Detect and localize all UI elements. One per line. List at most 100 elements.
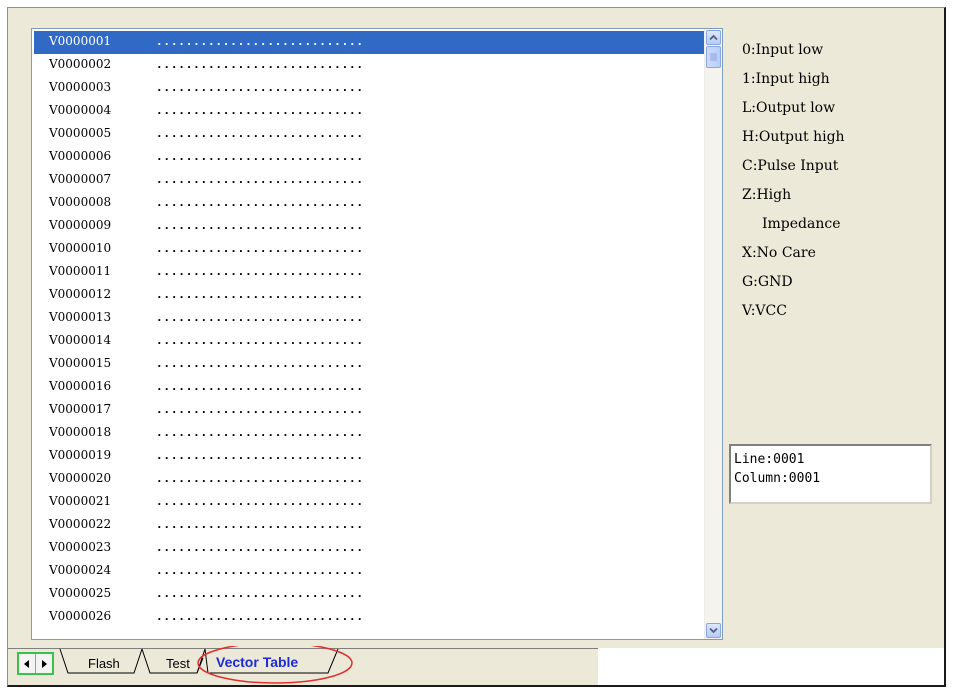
triangle-left-icon bbox=[24, 659, 29, 668]
scroll-thumb[interactable] bbox=[706, 46, 721, 68]
vector-id: V0000014 bbox=[49, 333, 112, 347]
sheet-tab-strip: Flash Test Vector Table bbox=[8, 646, 598, 685]
vector-id: V0000002 bbox=[49, 57, 112, 71]
scroll-up-button[interactable] bbox=[706, 30, 721, 45]
vector-row[interactable]: V0000003............................ bbox=[34, 77, 704, 100]
vector-pattern: ............................ bbox=[156, 35, 364, 48]
vector-rows: V0000001............................ V000… bbox=[34, 31, 704, 629]
vector-pattern: ............................ bbox=[156, 564, 364, 577]
vector-row[interactable]: V0000014............................ bbox=[34, 330, 704, 353]
vector-pattern: ............................ bbox=[156, 81, 364, 94]
legend-item: C:Pulse Input bbox=[742, 158, 839, 174]
vector-row[interactable]: V0000002............................ bbox=[34, 54, 704, 77]
vector-id: V0000004 bbox=[49, 103, 112, 117]
vector-id: V0000006 bbox=[49, 149, 112, 163]
vector-row[interactable]: V0000023............................ bbox=[34, 537, 704, 560]
vector-id: V0000021 bbox=[49, 494, 112, 508]
vector-pattern: ............................ bbox=[156, 472, 364, 485]
triangle-right-icon bbox=[42, 659, 47, 668]
tab-strip-blank-area bbox=[597, 648, 944, 685]
legend-item: 1:Input high bbox=[742, 71, 830, 87]
vector-row[interactable]: V0000016............................ bbox=[34, 376, 704, 399]
vector-row[interactable]: V0000006............................ bbox=[34, 146, 704, 169]
vector-pattern: ............................ bbox=[156, 495, 364, 508]
chevron-up-icon bbox=[709, 34, 718, 41]
column-readout: Column:0001 bbox=[734, 471, 821, 486]
vector-pattern: ............................ bbox=[156, 104, 364, 117]
legend-item: G:GND bbox=[742, 274, 793, 290]
vector-row[interactable]: V0000020............................ bbox=[34, 468, 704, 491]
vector-id: V0000025 bbox=[49, 586, 112, 600]
tab-test[interactable]: Test bbox=[166, 656, 190, 671]
vector-id: V0000017 bbox=[49, 402, 112, 416]
tab-flash[interactable]: Flash bbox=[88, 656, 120, 671]
vector-pattern: ............................ bbox=[156, 288, 364, 301]
vector-id: V0000005 bbox=[49, 126, 112, 140]
vector-id: V0000026 bbox=[49, 609, 112, 623]
vector-row[interactable]: V0000013............................ bbox=[34, 307, 704, 330]
vector-pattern: ............................ bbox=[156, 150, 364, 163]
vector-id: V0000007 bbox=[49, 172, 112, 186]
vector-pattern: ............................ bbox=[156, 219, 364, 232]
vector-pattern: ............................ bbox=[156, 357, 364, 370]
legend-item: Impedance bbox=[762, 216, 841, 232]
legend-item: V:VCC bbox=[742, 303, 787, 319]
vector-row[interactable]: V0000012............................ bbox=[34, 284, 704, 307]
legend-item: 0:Input low bbox=[742, 42, 824, 58]
tab-scroll-buttons bbox=[17, 652, 54, 675]
tab-vector-table[interactable]: Vector Table bbox=[216, 654, 298, 670]
line-readout: Line:0001 bbox=[734, 452, 805, 467]
legend-item: Z:High bbox=[742, 187, 792, 203]
vector-pattern: ............................ bbox=[156, 426, 364, 439]
vector-id: V0000011 bbox=[49, 264, 112, 278]
vector-pattern: ............................ bbox=[156, 173, 364, 186]
vector-id: V0000003 bbox=[49, 80, 112, 94]
vector-row[interactable]: V0000018............................ bbox=[34, 422, 704, 445]
vector-id: V0000009 bbox=[49, 218, 112, 232]
vector-id: V0000001 bbox=[49, 34, 112, 48]
vector-row[interactable]: V0000021............................ bbox=[34, 491, 704, 514]
vector-row[interactable]: V0000004............................ bbox=[34, 100, 704, 123]
vector-row[interactable]: V0000026............................ bbox=[34, 606, 704, 629]
vertical-scrollbar[interactable] bbox=[704, 29, 722, 639]
vector-pattern: ............................ bbox=[156, 242, 364, 255]
vector-row[interactable]: V0000019............................ bbox=[34, 445, 704, 468]
vector-id: V0000022 bbox=[49, 517, 112, 531]
vector-row[interactable]: V0000005............................ bbox=[34, 123, 704, 146]
vector-id: V0000019 bbox=[49, 448, 112, 462]
vector-row[interactable]: V0000008............................ bbox=[34, 192, 704, 215]
vector-pattern: ............................ bbox=[156, 311, 364, 324]
vector-row[interactable]: V0000024............................ bbox=[34, 560, 704, 583]
cursor-position-box: Line:0001 Column:0001 bbox=[729, 444, 932, 504]
vector-pattern: ............................ bbox=[156, 518, 364, 531]
vector-row[interactable]: V0000025............................ bbox=[34, 583, 704, 606]
vector-row[interactable]: V0000007............................ bbox=[34, 169, 704, 192]
vector-row[interactable]: V0000017............................ bbox=[34, 399, 704, 422]
vector-id: V0000023 bbox=[49, 540, 112, 554]
vector-row[interactable]: V0000022............................ bbox=[34, 514, 704, 537]
vector-row[interactable]: V0000011............................ bbox=[34, 261, 704, 284]
scroll-down-button[interactable] bbox=[706, 623, 721, 638]
vector-id: V0000013 bbox=[49, 310, 112, 324]
vector-pattern: ............................ bbox=[156, 58, 364, 71]
vector-pattern: ............................ bbox=[156, 334, 364, 347]
vector-id: V0000015 bbox=[49, 356, 112, 370]
vector-pattern: ............................ bbox=[156, 265, 364, 278]
vector-table-list[interactable]: V0000001............................ V000… bbox=[31, 28, 723, 640]
legend-item: X:No Care bbox=[742, 245, 816, 261]
vector-row[interactable]: V0000015............................ bbox=[34, 353, 704, 376]
vector-pattern: ............................ bbox=[156, 127, 364, 140]
vector-pattern: ............................ bbox=[156, 610, 364, 623]
vector-row[interactable]: V0000009............................ bbox=[34, 215, 704, 238]
vector-pattern: ............................ bbox=[156, 449, 364, 462]
vector-id: V0000008 bbox=[49, 195, 112, 209]
tab-scroll-left-button[interactable] bbox=[19, 654, 36, 673]
tab-scroll-right-button[interactable] bbox=[36, 654, 52, 673]
vector-editor-window: V0000001............................ V000… bbox=[7, 7, 946, 687]
vector-id: V0000010 bbox=[49, 241, 112, 255]
legend-item: H:Output high bbox=[742, 129, 845, 145]
vector-row[interactable]: V0000010............................ bbox=[34, 238, 704, 261]
vector-row[interactable]: V0000001............................ bbox=[34, 31, 704, 54]
vector-id: V0000024 bbox=[49, 563, 112, 577]
pin-state-legend: 0:Input low 1:Input high L:Output low H:Out… bbox=[742, 38, 942, 328]
